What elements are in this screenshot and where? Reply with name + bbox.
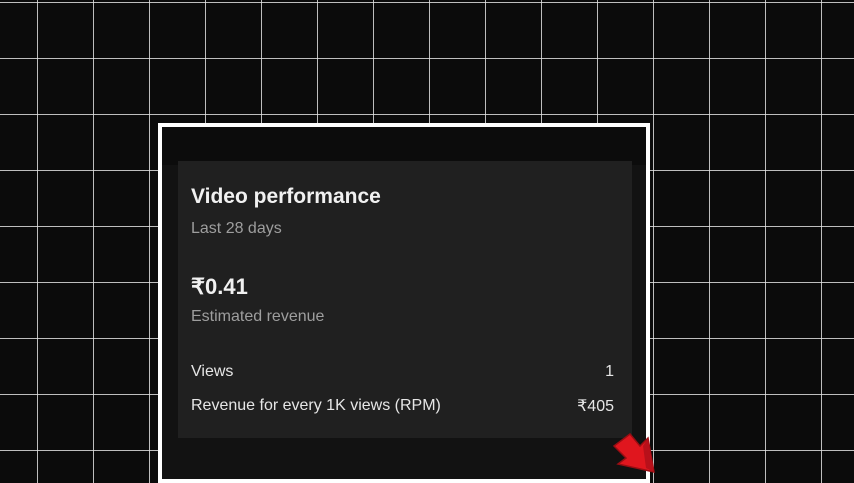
estimated-revenue-label: Estimated revenue (191, 308, 325, 325)
metric-value: ₹405 (577, 398, 614, 415)
card-title: Video performance (191, 185, 381, 208)
metric-row-views: Views 1 (191, 361, 614, 383)
metric-value: 1 (605, 363, 614, 380)
frame-top-band (162, 127, 646, 165)
video-performance-card[interactable]: Video performance Last 28 days ₹0.41 Est… (178, 161, 632, 438)
metric-row-rpm: Revenue for every 1K views (RPM) ₹405 (191, 395, 614, 417)
estimated-revenue-value: ₹0.41 (191, 274, 248, 299)
red-arrow-icon (612, 432, 655, 473)
card-subtitle: Last 28 days (191, 220, 282, 237)
metric-label: Views (191, 363, 234, 380)
metric-label: Revenue for every 1K views (RPM) (191, 397, 441, 414)
